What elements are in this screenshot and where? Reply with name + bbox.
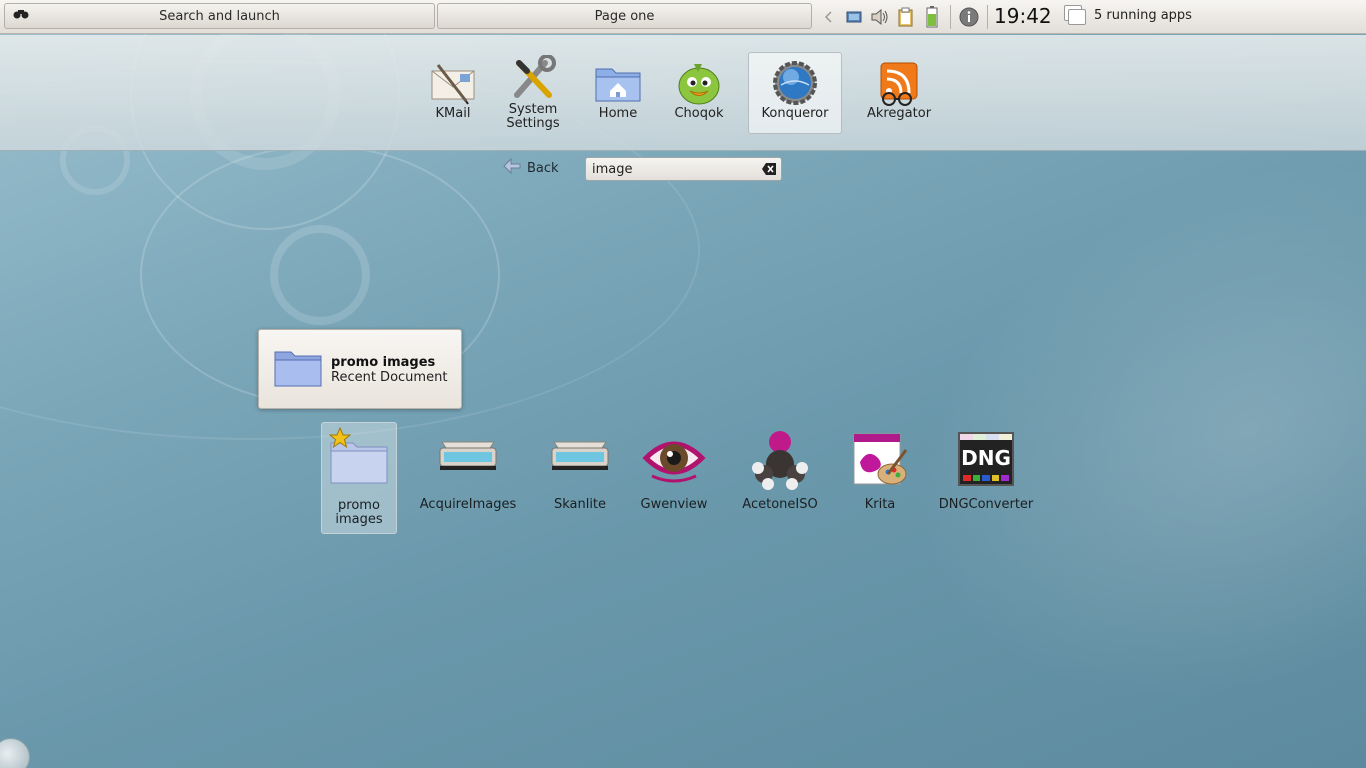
result-label: AcquireImages: [419, 497, 517, 512]
scanner-icon: [548, 428, 612, 492]
favorite-choqok[interactable]: Choqok: [652, 53, 746, 135]
folder-icon: [273, 348, 323, 392]
acetoneiso-icon: [748, 428, 812, 492]
tooltip-subtitle: Recent Document: [331, 370, 448, 385]
scanner-icon: [436, 428, 500, 492]
favorite-home[interactable]: Home: [571, 53, 665, 135]
favorite-label: Akregator: [866, 106, 932, 121]
home-folder-icon: [594, 59, 642, 107]
dng-badge: DNG: [961, 446, 1011, 470]
result-acetoneiso[interactable]: AcetoneISO: [730, 422, 830, 534]
result-tooltip: promo images Recent Document: [258, 329, 462, 409]
result-label: Krita: [864, 497, 896, 512]
result-label: Skanlite: [553, 497, 607, 512]
favorite-akregator[interactable]: Akregator: [852, 53, 946, 135]
clear-search-icon[interactable]: [762, 163, 776, 175]
tooltip-title: promo images: [331, 355, 436, 370]
dng-converter-icon: DNG: [954, 428, 1018, 492]
network-icon[interactable]: [844, 7, 864, 27]
arrow-left-icon[interactable]: [818, 7, 838, 27]
search-input[interactable]: image: [585, 157, 782, 181]
favorite-konqueror[interactable]: Konqueror: [748, 52, 842, 134]
result-label: promo images: [335, 498, 383, 527]
konqueror-icon: [771, 59, 819, 107]
result-krita[interactable]: Krita: [830, 422, 930, 534]
tray-separator: [950, 5, 951, 29]
result-gwenview[interactable]: Gwenview: [624, 422, 724, 534]
back-label: Back: [527, 160, 559, 176]
akregator-icon: [875, 59, 923, 107]
search-and-launch-button[interactable]: Search and launch: [4, 3, 435, 29]
favorite-label: Konqueror: [761, 106, 829, 121]
result-dngconverter[interactable]: DNG DNGConverter: [936, 422, 1036, 534]
result-label: AcetoneISO: [742, 497, 818, 512]
clock[interactable]: 19:42: [994, 4, 1052, 28]
desktop-toolbox-button[interactable]: [0, 738, 30, 768]
result-label: Gwenview: [640, 497, 708, 512]
search-and-launch-label: Search and launch: [159, 8, 280, 24]
result-skanlite[interactable]: Skanlite: [530, 422, 630, 534]
star-icon: [328, 426, 352, 453]
favorite-label: Choqok: [674, 106, 724, 121]
choqok-icon: [675, 59, 723, 107]
windows-icon: [1064, 3, 1088, 27]
search-query: image: [592, 161, 633, 177]
system-tray: [818, 4, 990, 30]
top-panel: Search and launch Page one 19:42 5 runni: [0, 0, 1366, 34]
gwenview-icon: [642, 428, 706, 492]
running-apps-label: 5 running apps: [1094, 7, 1192, 23]
back-button[interactable]: Back: [503, 157, 559, 178]
result-promo-images[interactable]: promo images: [321, 422, 397, 534]
krita-icon: [848, 428, 912, 492]
back-arrow-icon: [503, 157, 521, 178]
result-acquireimages[interactable]: AcquireImages: [418, 422, 518, 534]
favorite-system-settings[interactable]: System Settings: [486, 49, 580, 139]
running-apps-button[interactable]: 5 running apps: [1064, 3, 1192, 27]
favorites-bar: KMail System Settings Home Choqok Konque…: [0, 35, 1366, 151]
clipboard-icon[interactable]: [896, 7, 916, 27]
favorite-label: System Settings: [506, 102, 560, 131]
page-one-button[interactable]: Page one: [437, 3, 812, 29]
page-label: Page one: [594, 8, 655, 24]
volume-icon[interactable]: [870, 7, 890, 27]
info-icon[interactable]: [959, 7, 979, 27]
tray-separator: [987, 5, 988, 29]
battery-icon[interactable]: [922, 6, 942, 28]
result-label: DNGConverter: [938, 497, 1034, 512]
folder-icon: [327, 426, 391, 493]
favorite-label: KMail: [435, 106, 471, 121]
system-settings-icon: [509, 55, 557, 103]
binoculars-icon: [13, 8, 29, 24]
favorite-label: Home: [598, 106, 638, 121]
kmail-icon: [429, 59, 477, 107]
